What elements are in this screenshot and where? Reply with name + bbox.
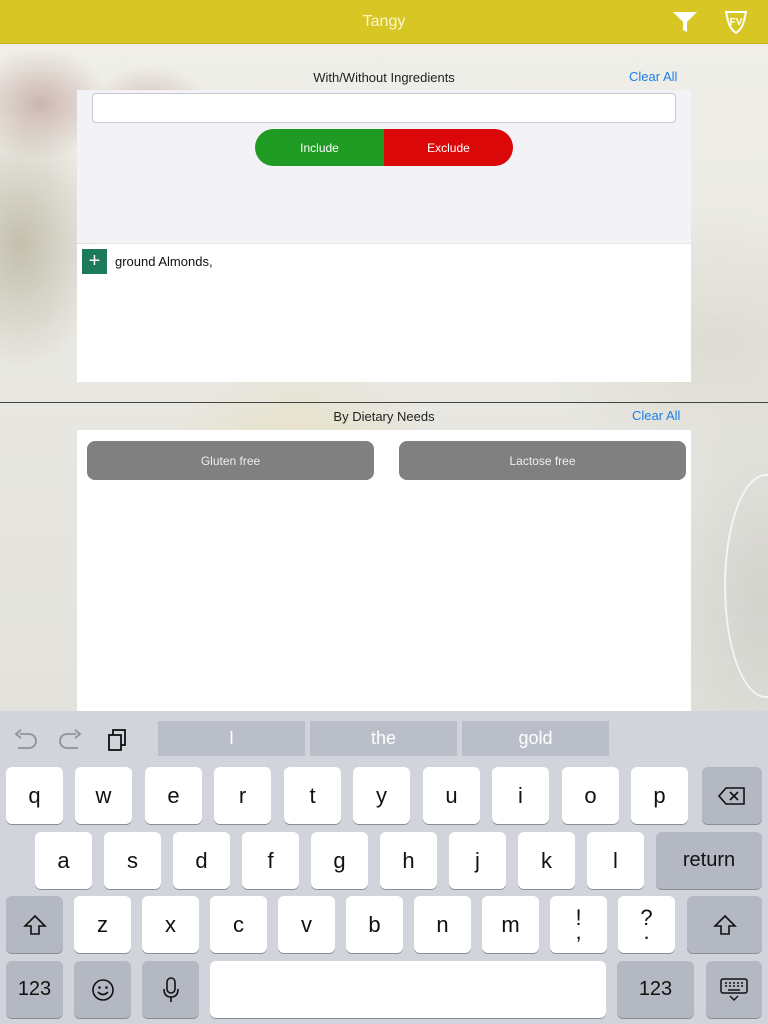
exclude-button[interactable]: Exclude	[384, 129, 513, 166]
key-v[interactable]: v	[278, 896, 335, 953]
svg-text:FV: FV	[730, 17, 743, 28]
key-z[interactable]: z	[74, 896, 131, 953]
numbers-key-right[interactable]: 123	[617, 961, 694, 1018]
key-q[interactable]: q	[6, 767, 63, 824]
shift-icon	[22, 914, 47, 935]
key-j[interactable]: j	[449, 832, 506, 889]
key-question-period[interactable]: ? .	[618, 896, 675, 953]
space-key[interactable]	[210, 961, 606, 1018]
key-y[interactable]: y	[353, 767, 410, 824]
key-period-label: .	[643, 918, 650, 944]
ingredients-clear-all-button[interactable]: Clear All	[629, 69, 677, 84]
emoji-icon	[91, 978, 114, 1001]
numbers-key-left[interactable]: 123	[6, 961, 63, 1018]
key-a[interactable]: a	[35, 832, 92, 889]
dictation-key[interactable]	[142, 961, 199, 1018]
suggestion-1[interactable]: I	[158, 721, 305, 756]
key-w[interactable]: w	[75, 767, 132, 824]
key-r[interactable]: r	[214, 767, 271, 824]
suggestion-2[interactable]: the	[310, 721, 457, 756]
ingredient-search-input[interactable]	[92, 93, 676, 123]
lactose-free-button[interactable]: Lactose free	[399, 441, 686, 480]
page-title: Tangy	[362, 13, 406, 30]
backspace-key[interactable]	[702, 767, 762, 824]
dietary-clear-all-button[interactable]: Clear All	[632, 408, 680, 423]
selected-ingredients-text: ground Almonds,	[115, 254, 213, 269]
key-e[interactable]: e	[145, 767, 202, 824]
key-i[interactable]: i	[492, 767, 549, 824]
microphone-icon	[162, 976, 179, 1002]
key-t[interactable]: t	[284, 767, 341, 824]
backspace-icon	[717, 786, 745, 805]
hide-keyboard-key[interactable]	[706, 961, 762, 1018]
emoji-key[interactable]	[74, 961, 131, 1018]
logo-icon[interactable]: FV	[722, 9, 750, 35]
key-comma-label: ,	[575, 918, 582, 944]
shift-key-left[interactable]	[6, 896, 63, 953]
key-f[interactable]: f	[242, 832, 299, 889]
key-u[interactable]: u	[423, 767, 480, 824]
gluten-free-button[interactable]: Gluten free	[87, 441, 374, 480]
suggestion-3[interactable]: gold	[462, 721, 609, 756]
key-x[interactable]: x	[142, 896, 199, 953]
key-d[interactable]: d	[173, 832, 230, 889]
key-p[interactable]: p	[631, 767, 688, 824]
key-b[interactable]: b	[346, 896, 403, 953]
key-l[interactable]: l	[587, 832, 644, 889]
key-o[interactable]: o	[562, 767, 619, 824]
redo-icon[interactable]	[58, 728, 84, 750]
key-m[interactable]: m	[482, 896, 539, 953]
key-s[interactable]: s	[104, 832, 161, 889]
top-bar: Tangy FV	[0, 0, 768, 44]
return-key[interactable]: return	[656, 832, 762, 889]
section-divider	[0, 402, 768, 403]
keyboard-hide-icon	[720, 977, 748, 1001]
undo-icon[interactable]	[12, 728, 38, 750]
filter-icon[interactable]	[672, 10, 698, 34]
key-c[interactable]: c	[210, 896, 267, 953]
key-exclamation-comma[interactable]: ! ,	[550, 896, 607, 953]
key-k[interactable]: k	[518, 832, 575, 889]
shift-icon	[712, 914, 737, 935]
shift-key-right[interactable]	[687, 896, 762, 953]
plus-icon[interactable]: +	[82, 249, 107, 274]
paste-icon[interactable]	[106, 728, 128, 752]
key-g[interactable]: g	[311, 832, 368, 889]
key-h[interactable]: h	[380, 832, 437, 889]
include-button[interactable]: Include	[255, 129, 384, 166]
key-n[interactable]: n	[414, 896, 471, 953]
